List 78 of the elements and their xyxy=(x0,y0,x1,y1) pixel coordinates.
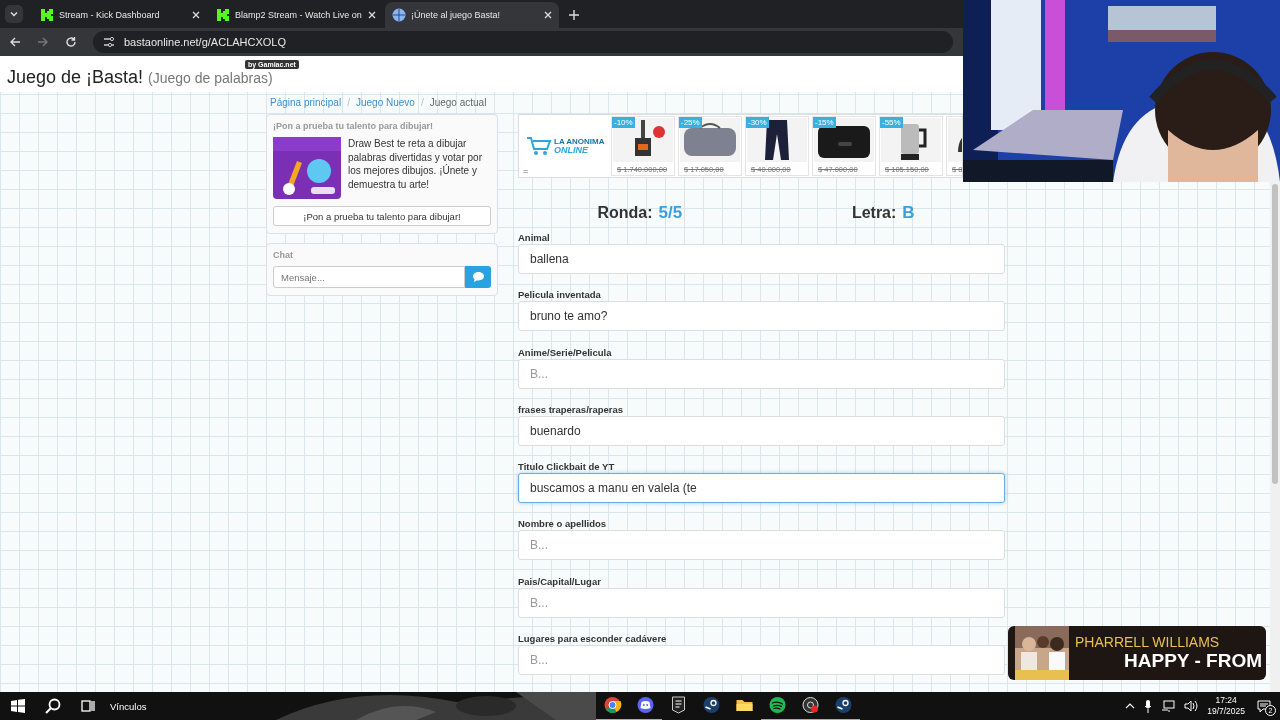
discount-badge: -10% xyxy=(612,117,635,128)
answer-field[interactable]: buscamos a manu en valela (te xyxy=(518,473,1005,504)
send-button[interactable] xyxy=(465,266,491,288)
page-subtitle: (Juego de palabras) xyxy=(148,70,273,86)
breadcrumb-separator: / xyxy=(420,97,424,110)
logo-text: ONLINE xyxy=(554,146,589,155)
ad-menu-icon[interactable]: = xyxy=(523,166,529,176)
discount-badge: -25% xyxy=(679,117,702,128)
answer-field[interactable]: B... xyxy=(518,645,1005,676)
field-label: Anime/Serie/Pelicula xyxy=(518,346,613,360)
volume-icon[interactable] xyxy=(1184,700,1199,712)
answer-field[interactable]: B... xyxy=(518,587,1005,618)
start-icon[interactable] xyxy=(11,699,25,713)
browser-tab[interactable]: ¡Únete al juego Basta! xyxy=(385,2,559,28)
song-title: HAPPY - FROM xyxy=(1123,650,1262,672)
tab-title: Blamp2 Stream - Watch Live on xyxy=(235,10,363,20)
site-settings-icon[interactable] xyxy=(103,36,115,48)
notification-icon xyxy=(1257,699,1271,713)
globe-icon xyxy=(392,8,406,22)
page-title: Juego de ¡Basta! xyxy=(7,66,144,88)
breadcrumb-separator: / xyxy=(347,97,350,110)
links-toolbar-label[interactable]: Vínculos xyxy=(110,700,147,712)
new-tab-icon[interactable] xyxy=(569,10,579,20)
tab-search-button[interactable] xyxy=(5,5,23,23)
field-label: Pelicula inventada xyxy=(518,289,602,303)
discount-badge: -30% xyxy=(746,117,769,128)
artist-name: PHARRELL WILLIAMS xyxy=(1075,634,1221,650)
field-label: Titulo Clickbait de YT xyxy=(518,461,616,475)
breadcrumb-current: Juego actual xyxy=(429,97,487,110)
field-label: Nombre o apellidos xyxy=(518,518,608,532)
promo-description: Draw Best te reta a dibujar palabras divertidas y votar por los mejores dibujos. ¡Únete y demuestra tu arte! xyxy=(348,137,483,192)
close-icon[interactable] xyxy=(544,11,552,19)
browser-tab[interactable]: Blamp2 Stream - Watch Live on xyxy=(209,2,383,28)
answer-field[interactable]: B... xyxy=(518,530,1005,561)
chevron-down-icon xyxy=(9,9,19,19)
field-label: Animal xyxy=(518,232,551,245)
close-icon[interactable] xyxy=(368,11,376,19)
discount-badge: -55% xyxy=(880,117,903,128)
answer-field[interactable]: buenardo xyxy=(518,415,1005,446)
kick-icon xyxy=(216,8,230,22)
clock-time[interactable]: 17:24 xyxy=(1215,695,1237,706)
answer-field[interactable]: B... xyxy=(518,358,1005,389)
letter-value: B xyxy=(902,203,915,223)
cart-icon xyxy=(526,136,552,156)
forward-icon[interactable] xyxy=(37,36,49,48)
discount-badge: -15% xyxy=(813,117,836,128)
network-icon[interactable] xyxy=(1161,700,1176,712)
clock-date[interactable]: 19/7/2025 xyxy=(1207,706,1245,717)
close-icon[interactable] xyxy=(192,11,200,19)
task-view-icon[interactable] xyxy=(81,700,95,712)
chevron-up-icon[interactable] xyxy=(1125,703,1136,709)
answer-field[interactable]: bruno te amo? xyxy=(518,301,1005,332)
microphone-icon[interactable] xyxy=(1144,699,1153,713)
field-label: Pais/Capital/Lugar xyxy=(518,575,602,589)
browser-tab[interactable]: Stream - Kick Dashboard xyxy=(33,2,207,28)
search-icon[interactable] xyxy=(45,698,61,714)
message-input[interactable]: Mensaje... xyxy=(273,266,465,288)
chat-heading: Chat xyxy=(273,250,294,260)
letter-label: Letra: xyxy=(851,204,897,222)
tab-title: ¡Únete al juego Basta! xyxy=(411,10,502,20)
chat-bubble-icon xyxy=(472,272,484,282)
breadcrumb-link[interactable]: Juego Nuevo xyxy=(355,97,415,114)
address-field[interactable]: bastaonline.net/g/ACLAHCXOLQ xyxy=(93,31,953,53)
url-text: bastaonline.net/g/ACLAHCXOLQ xyxy=(124,36,287,48)
field-label: frases traperas/raperas xyxy=(518,403,625,417)
promo-heading: ¡Pon a prueba tu talento para dibujar! xyxy=(273,121,434,131)
tab-title: Stream - Kick Dashboard xyxy=(59,10,161,20)
promo-button[interactable]: ¡Pon a prueba tu talento para dibujar! xyxy=(273,206,491,226)
reload-icon[interactable] xyxy=(65,36,77,48)
field-label: Lugares para esconder cadávere xyxy=(518,633,668,647)
round-value: 5/5 xyxy=(658,203,683,223)
scrollbar-thumb[interactable] xyxy=(1272,184,1278,484)
logo-text: LA ANONIMA xyxy=(554,137,605,146)
kick-icon xyxy=(40,8,54,22)
back-icon[interactable] xyxy=(9,36,21,48)
breadcrumb-link[interactable]: Página principal xyxy=(270,97,342,114)
round-label: Ronda: xyxy=(597,204,653,222)
answer-field[interactable]: ballena xyxy=(518,244,1005,274)
